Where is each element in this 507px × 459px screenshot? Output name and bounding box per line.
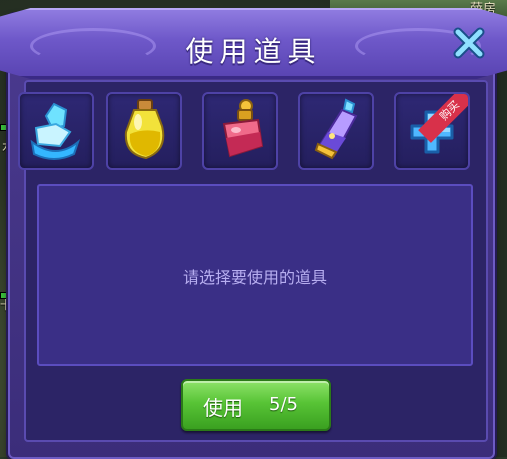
item-slot-purple-elixir[interactable] [298, 92, 374, 170]
item-slot-buy[interactable]: 购买 [394, 92, 470, 170]
close-x-icon [453, 27, 485, 59]
item-slot-yellow-potion[interactable] [106, 92, 182, 170]
dialog-title: 使用道具 [185, 35, 322, 68]
purple-elixir-icon [314, 98, 358, 160]
dialog-title-bar: 使用道具 [0, 8, 507, 79]
ice-crystal-icon [30, 102, 81, 160]
yellow-potion-icon [124, 99, 165, 160]
close-button[interactable] [452, 26, 486, 60]
item-description-box: 请选择要使用的道具 [37, 184, 473, 366]
use-count: 5/5 [269, 394, 298, 415]
use-button-label: 使用 [203, 396, 243, 420]
item-slot-red-potion[interactable] [202, 92, 278, 170]
use-button[interactable]: 使用 5/5 [181, 379, 331, 431]
select-item-prompt: 请选择要使用的道具 [182, 268, 327, 287]
red-potion-icon [222, 99, 264, 158]
item-slot-ice-crystal[interactable] [18, 92, 94, 170]
